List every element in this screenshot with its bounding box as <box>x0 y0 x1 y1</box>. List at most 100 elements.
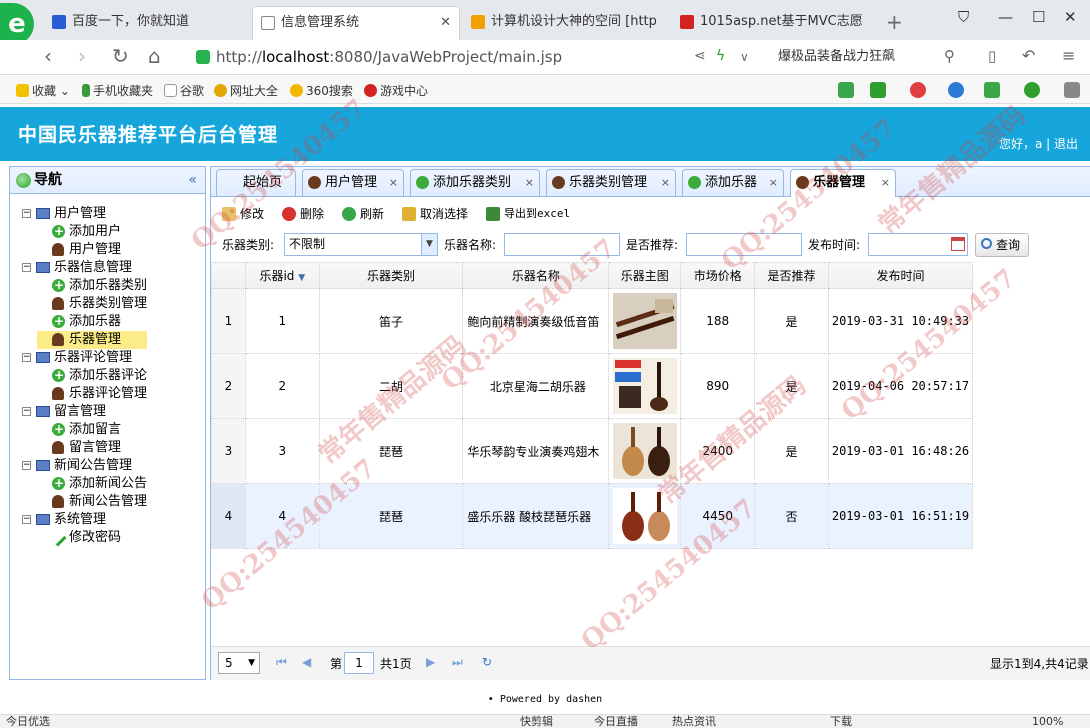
share-icon[interactable]: ⋖ <box>694 48 706 64</box>
status-left[interactable]: 今日优选 <box>6 715 50 728</box>
column-header-recommend[interactable]: 是否推荐 <box>754 262 829 289</box>
category-select[interactable]: 不限制 ▼ <box>284 233 438 256</box>
chevron-down-icon[interactable]: ∨ <box>740 50 749 64</box>
last-page-icon[interactable]: ⏭ <box>452 655 463 670</box>
page-size-select[interactable]: 5 ▼ <box>218 652 260 674</box>
close-tab-icon[interactable]: ✕ <box>440 7 451 39</box>
back-icon[interactable]: ‹ <box>44 44 52 68</box>
nav-item[interactable]: 留言管理 <box>37 439 147 457</box>
close-icon[interactable]: × <box>389 170 398 195</box>
tab-add-instrument[interactable]: 添加乐器 × <box>682 169 784 196</box>
nav-item[interactable]: 新闻公告管理 <box>37 493 147 511</box>
name-input[interactable] <box>504 233 620 256</box>
nav-group[interactable]: − 新闻公告管理 <box>22 457 147 475</box>
collapse-toggle-icon[interactable]: − <box>22 263 31 272</box>
reload-icon[interactable]: ↻ <box>112 44 129 68</box>
calendar-icon[interactable] <box>951 237 965 251</box>
export-button[interactable]: 导出到excel <box>486 205 570 223</box>
nav-group[interactable]: − 用户管理 <box>22 205 147 223</box>
logout-link[interactable]: 退出 <box>1054 137 1078 151</box>
column-header-name[interactable]: 乐器名称 <box>462 262 610 289</box>
tab-instrument-manage[interactable]: 乐器管理 × <box>790 169 896 197</box>
browser-search-field[interactable]: 爆极品装备战力狂飙 <box>770 45 970 69</box>
recommend-input[interactable] <box>686 233 802 256</box>
new-tab-button[interactable]: + <box>886 10 903 34</box>
bookmark-google[interactable]: 谷歌 <box>164 82 204 99</box>
nav-group[interactable]: − 系统管理 <box>22 511 147 529</box>
close-icon[interactable]: × <box>769 170 778 195</box>
status-clip[interactable]: 快剪辑 <box>520 715 553 728</box>
status-zoom[interactable]: 100% <box>1032 715 1063 728</box>
close-window-icon[interactable]: ✕ <box>1064 8 1077 26</box>
bookmark-favorites[interactable]: 收藏 ⌄ <box>16 82 70 99</box>
status-hot[interactable]: 热点资讯 <box>672 715 716 728</box>
nav-item[interactable]: 添加乐器 <box>37 312 147 331</box>
date-input[interactable] <box>868 233 968 256</box>
nav-group[interactable]: − 留言管理 <box>22 403 147 421</box>
collapse-toggle-icon[interactable]: − <box>22 515 31 524</box>
nav-item[interactable]: 添加用户 <box>37 222 147 241</box>
nav-item[interactable]: 添加留言 <box>37 420 147 439</box>
close-icon[interactable]: × <box>661 170 670 195</box>
extension-icon[interactable] <box>838 82 854 98</box>
search-icon[interactable]: ⚲ <box>944 47 955 65</box>
forward-icon[interactable]: › <box>78 44 86 68</box>
collapse-toggle-icon[interactable]: − <box>22 461 31 470</box>
bookmark-sites[interactable]: 网址大全 <box>214 82 278 99</box>
page-number-input[interactable]: 1 <box>344 652 374 674</box>
tab-category-manage[interactable]: 乐器类别管理 × <box>546 169 676 196</box>
query-button[interactable]: 查询 <box>975 233 1029 257</box>
chevron-down-icon[interactable]: ▼ <box>421 234 437 255</box>
nav-group[interactable]: − 乐器评论管理 <box>22 349 147 367</box>
nav-item[interactable]: 添加乐器评论 <box>37 366 147 385</box>
refresh-icon[interactable]: ↻ <box>482 655 492 669</box>
collapse-toggle-icon[interactable]: − <box>22 353 31 362</box>
column-header-category[interactable]: 乐器类别 <box>318 262 464 289</box>
collapse-toggle-icon[interactable]: − <box>22 209 31 218</box>
nav-item[interactable]: 乐器评论管理 <box>37 385 147 403</box>
bookmark-games[interactable]: 游戏中心 <box>364 82 428 99</box>
bookmark-mobile[interactable]: 手机收藏夹 <box>82 82 153 99</box>
prev-page-icon[interactable]: ◀ <box>302 655 311 669</box>
minimize-icon[interactable]: — <box>998 8 1013 26</box>
browser-tab-baidu[interactable]: 百度一下，你就知道 <box>44 6 250 40</box>
browser-tab-space[interactable]: 计算机设计大神的空间 [http <box>463 6 668 40</box>
sort-desc-icon[interactable]: ▼ <box>298 273 305 283</box>
first-page-icon[interactable]: ⏮ <box>276 655 287 670</box>
yen-icon[interactable] <box>1024 82 1040 98</box>
chevron-down-icon[interactable]: ▼ <box>248 653 255 673</box>
search-tool-icon[interactable] <box>948 82 964 98</box>
next-page-icon[interactable]: ▶ <box>426 655 435 669</box>
tab-add-category[interactable]: 添加乐器类别 × <box>410 169 540 196</box>
translate-icon[interactable] <box>870 82 886 98</box>
lightning-icon[interactable]: ϟ <box>716 48 725 64</box>
nav-item[interactable]: 乐器类别管理 <box>37 295 147 313</box>
status-live[interactable]: 今日直播 <box>594 715 638 728</box>
apps-grid-icon[interactable] <box>1064 82 1080 98</box>
close-icon[interactable]: × <box>881 170 890 195</box>
edit-button[interactable]: 修改 <box>222 205 264 223</box>
bookmark-360[interactable]: 360搜索 <box>290 82 353 99</box>
status-download[interactable]: 下载 <box>830 715 852 728</box>
collapse-toggle-icon[interactable]: − <box>22 407 31 416</box>
url-field[interactable]: http://localhost:8080/JavaWebProject/mai… <box>190 45 680 69</box>
nav-item[interactable]: 用户管理 <box>37 241 147 259</box>
nav-item[interactable]: 乐器管理 <box>37 331 148 349</box>
tab-user-manage[interactable]: 用户管理 × <box>302 169 404 196</box>
shirt-skin-icon[interactable]: ⛉ <box>958 8 969 26</box>
browser-tab-active[interactable]: 信息管理系统 ✕ <box>252 6 460 40</box>
column-header-image[interactable]: 乐器主图 <box>608 262 682 289</box>
home-icon[interactable]: ⌂ <box>148 44 161 68</box>
table-row[interactable]: 1 1 笛子 鲍向前精制演奏级低音笛 188 是 2019-03-31 10:4… <box>211 288 974 354</box>
table-row[interactable]: 2 2 二胡 北京星海二胡乐器 890 是 2019-04-06 20:57:1… <box>211 353 974 419</box>
collapse-icon[interactable]: « <box>188 167 197 194</box>
table-row[interactable]: 3 3 琵琶 华乐琴韵专业演奏鸡翅木 2400 是 2019-03-01 16:… <box>211 418 974 484</box>
nav-item[interactable]: 修改密码 <box>37 529 147 547</box>
menu-icon[interactable]: ≡ <box>1062 46 1075 65</box>
browser-tab-asp[interactable]: 1015asp.net基于MVC志愿者 <box>672 6 862 40</box>
nav-group[interactable]: − 乐器信息管理 <box>22 259 147 277</box>
tab-home[interactable]: 起始页 <box>216 169 296 196</box>
deselect-button[interactable]: 取消选择 <box>402 205 468 223</box>
nav-item[interactable]: 添加新闻公告 <box>37 474 147 493</box>
refresh-button[interactable]: 刷新 <box>342 205 384 223</box>
